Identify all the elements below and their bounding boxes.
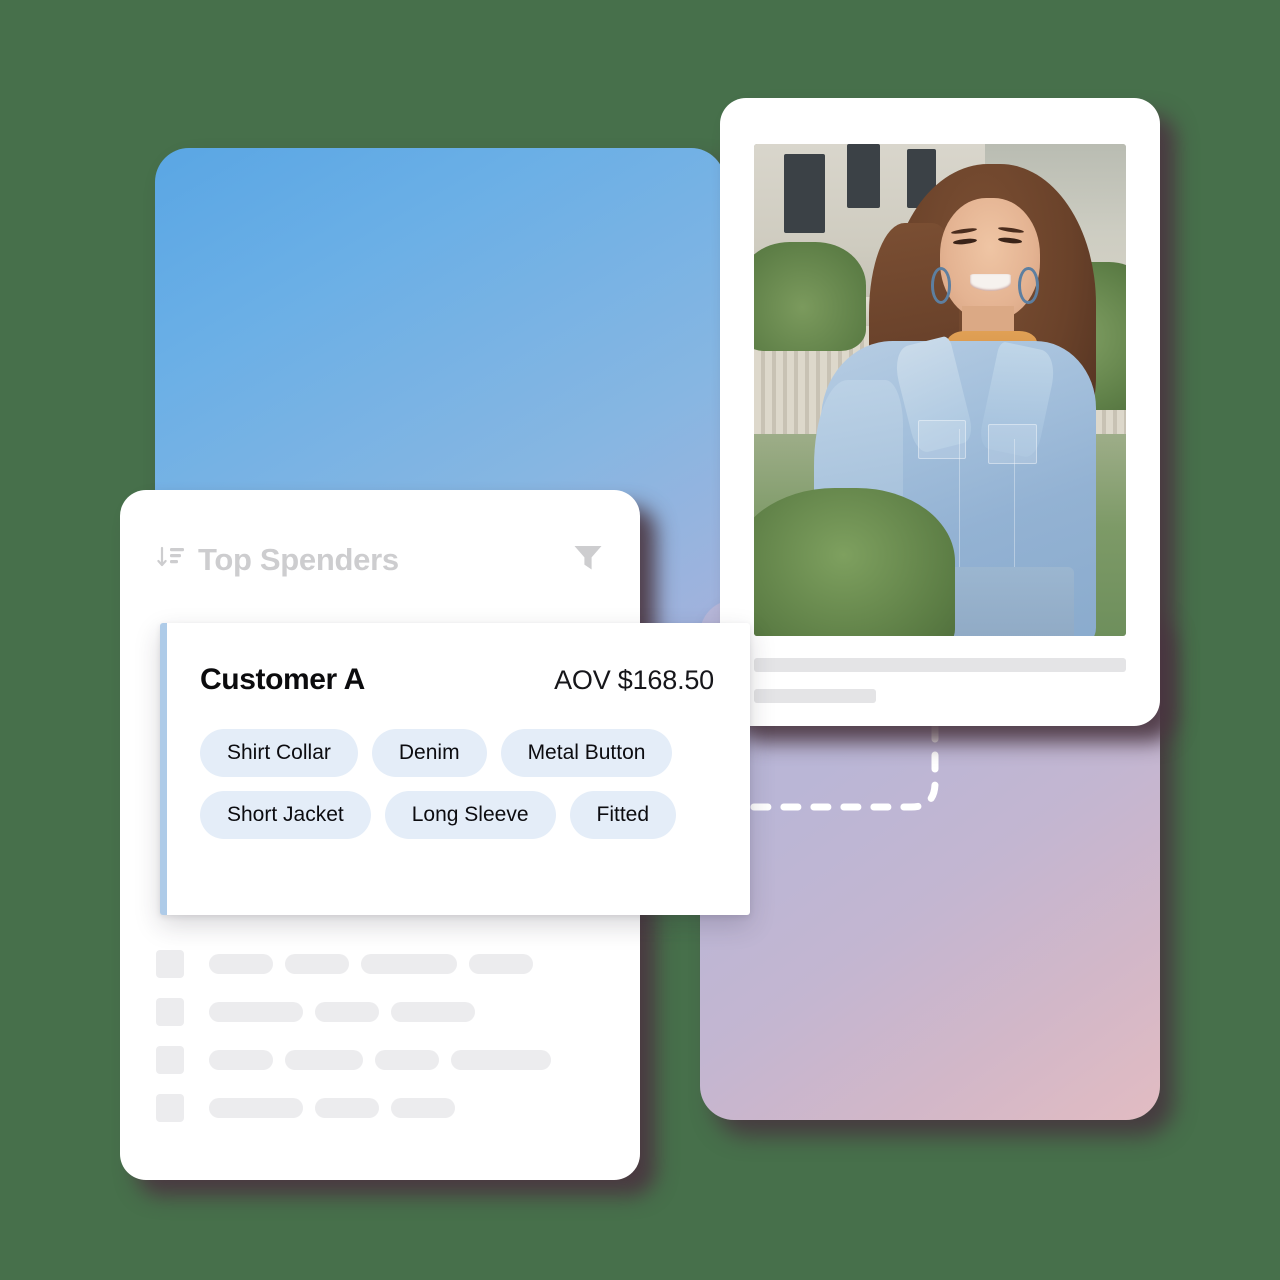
tag-pill[interactable]: Shirt Collar <box>200 729 358 778</box>
skeleton-row-list <box>120 940 640 1132</box>
skeleton-bar <box>451 1050 551 1070</box>
tag-pill[interactable]: Short Jacket <box>200 791 371 840</box>
tag-pill[interactable]: Metal Button <box>500 729 673 778</box>
skeleton-bar <box>375 1050 439 1070</box>
skeleton-line <box>754 658 1126 672</box>
skeleton-avatar <box>156 950 184 978</box>
skeleton-bar <box>391 1002 475 1022</box>
sort-descending-icon[interactable] <box>156 543 186 576</box>
photo-card-skeleton <box>754 636 1126 703</box>
customer-photo <box>754 144 1126 636</box>
tag-pill[interactable]: Fitted <box>569 791 677 840</box>
skeleton-bar <box>285 1050 363 1070</box>
skeleton-row <box>156 1036 604 1084</box>
tag-row: Short Jacket Long Sleeve Fitted <box>200 791 714 840</box>
skeleton-bar <box>285 954 349 974</box>
skeleton-line <box>754 689 876 703</box>
skeleton-row <box>156 940 604 988</box>
tag-row: Shirt Collar Denim Metal Button <box>200 729 714 778</box>
skeleton-bar <box>209 1002 303 1022</box>
list-title: Top Spenders <box>198 541 399 577</box>
skeleton-row <box>156 988 604 1036</box>
tag-pill[interactable]: Denim <box>371 729 487 778</box>
skeleton-avatar <box>156 1094 184 1122</box>
skeleton-avatar <box>156 1046 184 1074</box>
customer-detail-card[interactable]: Customer A AOV $168.50 Shirt Collar Deni… <box>160 623 750 915</box>
skeleton-bar <box>391 1098 455 1118</box>
photo-card[interactable] <box>720 98 1160 726</box>
skeleton-avatar <box>156 998 184 1026</box>
skeleton-bar <box>315 1002 379 1022</box>
customer-name: Customer A <box>200 663 365 696</box>
skeleton-bar <box>361 954 457 974</box>
customer-header-row: Customer A AOV $168.50 <box>200 663 714 697</box>
skeleton-bar <box>209 1098 303 1118</box>
skeleton-bar <box>209 954 273 974</box>
skeleton-row <box>156 1084 604 1132</box>
skeleton-bar <box>209 1050 273 1070</box>
skeleton-bar <box>469 954 533 974</box>
filter-funnel-icon[interactable] <box>572 542 604 577</box>
tag-pill[interactable]: Long Sleeve <box>384 791 556 840</box>
customer-aov-value: AOV $168.50 <box>554 665 714 695</box>
list-header: Top Spenders <box>120 490 640 586</box>
skeleton-bar <box>315 1098 379 1118</box>
composition-stage: Top Spenders Customer A AOV $168.50 Shir… <box>0 0 1280 1280</box>
